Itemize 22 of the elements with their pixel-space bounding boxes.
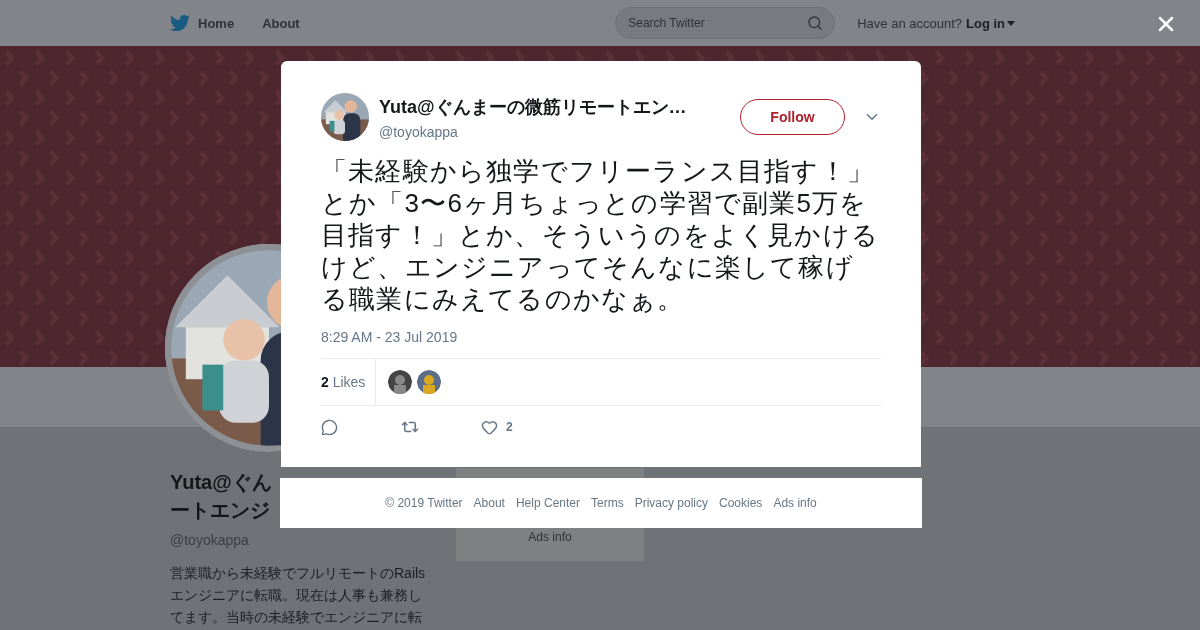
profile-bio: 営業職から未経験でフルリモートのRails エンジニアに転職。現在は人事も兼務し てます。当時の未経験でエンジニアに転 xyxy=(170,564,427,627)
caret-icon xyxy=(1007,20,1015,26)
profile-name: Yuta@ぐん xyxy=(170,470,272,495)
likes-count[interactable]: 2 Likes xyxy=(321,359,377,405)
footer-link[interactable]: Terms xyxy=(591,496,624,510)
reply-icon[interactable] xyxy=(321,418,338,436)
search-field[interactable]: Search Twitter xyxy=(615,7,836,39)
nav-link[interactable]: Home xyxy=(198,15,235,31)
search-icon[interactable] xyxy=(807,15,824,31)
footer-link[interactable]: Privacy policy xyxy=(634,496,708,510)
footer-link[interactable]: Cookies xyxy=(719,496,763,510)
footer-link[interactable]: About xyxy=(473,496,505,510)
login-link[interactable]: Log in xyxy=(966,15,1015,31)
like-icon[interactable] xyxy=(481,418,498,436)
footer-link[interactable]: © 2019 Twitter xyxy=(385,496,463,510)
footer-link[interactable]: Ads info xyxy=(773,496,817,510)
account-prompt: Have an account? xyxy=(857,15,962,31)
ads-info-link[interactable]: Ads info xyxy=(528,530,572,544)
profile-name: ートエンジ xyxy=(170,498,270,523)
like-count: 2 xyxy=(506,420,513,434)
nav-link[interactable]: About xyxy=(262,15,300,31)
footer-link[interactable]: Help Center xyxy=(515,496,580,510)
